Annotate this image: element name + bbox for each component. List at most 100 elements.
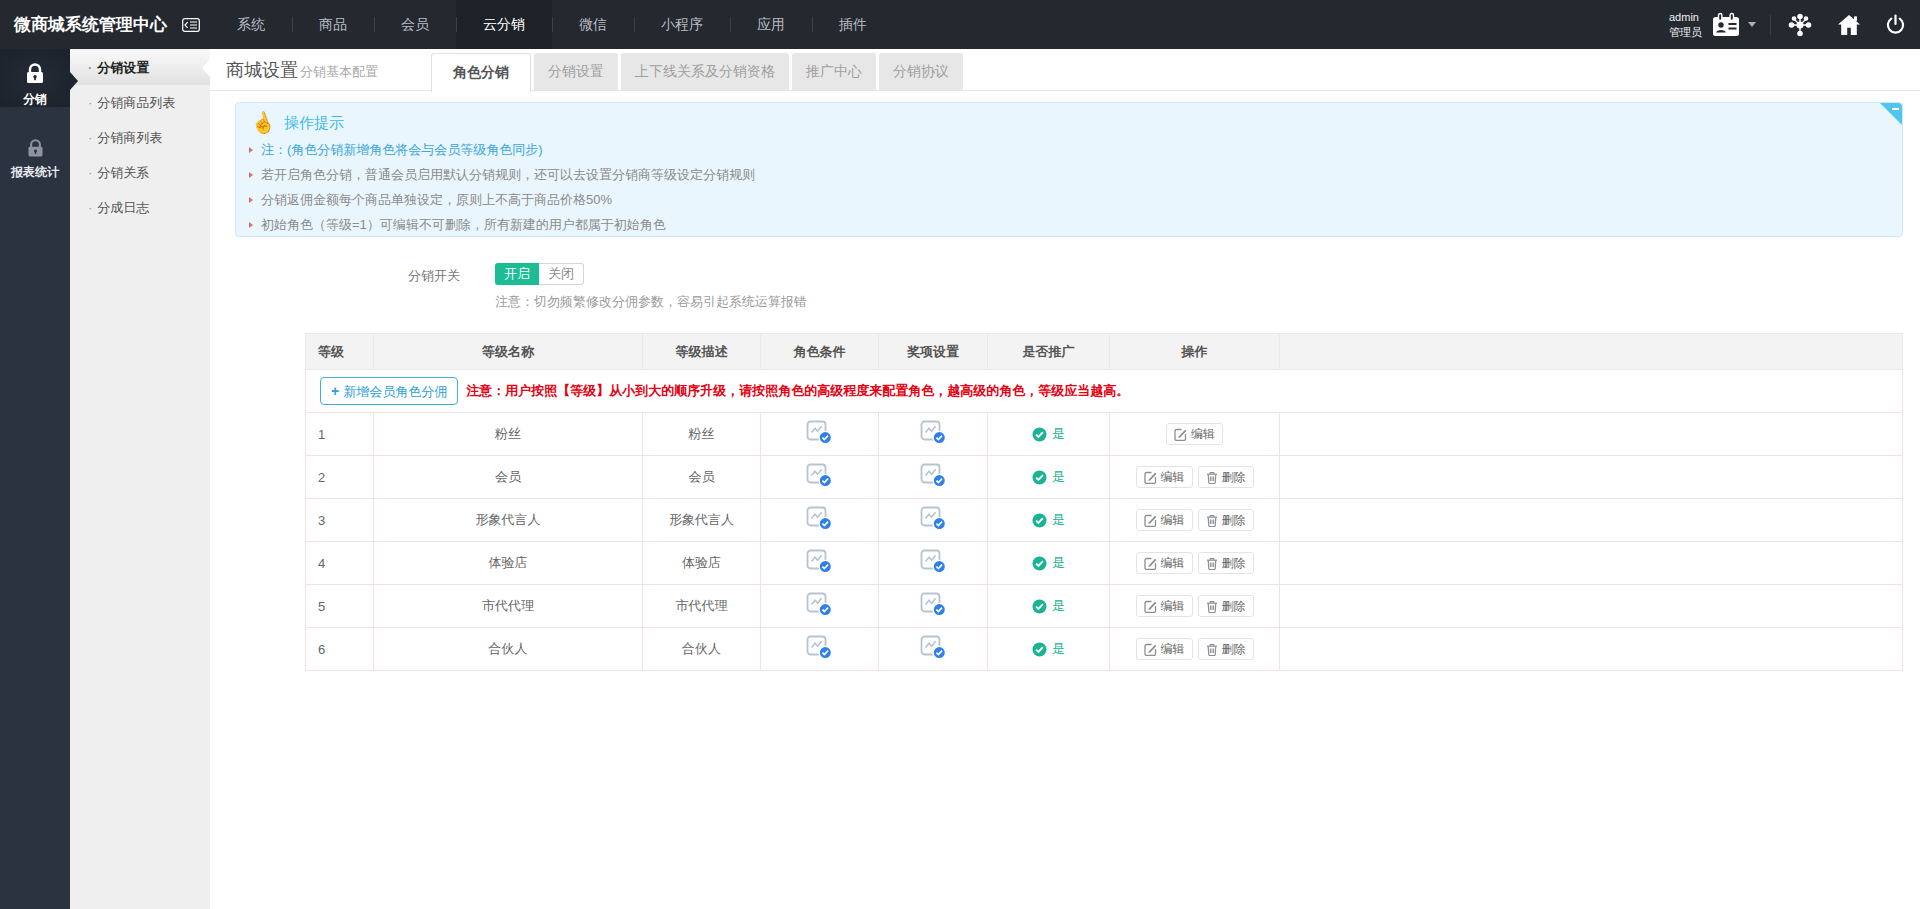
promote-status: 是 xyxy=(1032,511,1065,529)
submenu-item-3[interactable]: ·分销商列表 xyxy=(70,120,210,155)
edit-button[interactable]: 编辑 xyxy=(1136,552,1193,574)
role-condition-icon[interactable] xyxy=(806,433,833,448)
role-condition-icon[interactable] xyxy=(806,562,833,577)
edit-button[interactable]: 编辑 xyxy=(1166,423,1223,445)
reward-setting-icon[interactable] xyxy=(920,562,947,577)
tab-3[interactable]: 上下线关系及分销资格 xyxy=(621,53,789,90)
tab-2[interactable]: 分销设置 xyxy=(534,53,618,90)
edit-button[interactable]: 编辑 xyxy=(1136,466,1193,488)
bullet-arrow-icon xyxy=(249,222,253,228)
delete-button[interactable]: 删除 xyxy=(1198,552,1254,574)
role-condition-icon[interactable] xyxy=(806,648,833,663)
col-header-2: 等级名称 xyxy=(374,334,643,370)
nav-item-7[interactable]: 应用 xyxy=(730,0,812,49)
edit-button[interactable]: 编辑 xyxy=(1136,638,1193,660)
delete-button[interactable]: 删除 xyxy=(1198,595,1254,617)
main-nav: 系统商品会员云分销微信小程序应用插件 xyxy=(210,0,894,49)
add-role-button[interactable]: +新增会员角色分佣 xyxy=(320,377,458,405)
col-header-6: 是否推广 xyxy=(988,334,1110,370)
col-header-3: 等级描述 xyxy=(643,334,761,370)
edit-button[interactable]: 编辑 xyxy=(1136,595,1193,617)
edit-button[interactable]: 编辑 xyxy=(1136,509,1193,531)
switch-on-button[interactable]: 开启 xyxy=(495,263,539,285)
role-condition-icon[interactable] xyxy=(806,605,833,620)
cell-desc: 体验店 xyxy=(643,542,761,585)
minus-icon xyxy=(1892,108,1899,110)
role-condition-icon[interactable] xyxy=(806,476,833,491)
submenu-item-1[interactable]: ·分销设置 xyxy=(70,50,210,85)
nav-item-1[interactable]: 系统 xyxy=(210,0,292,49)
submenu-label: 分销关系 xyxy=(97,165,149,180)
submenu-item-4[interactable]: ·分销关系 xyxy=(70,155,210,190)
cell-name: 合伙人 xyxy=(374,628,643,671)
submenu-label: 分成日志 xyxy=(97,200,149,215)
col-header-1: 等级 xyxy=(306,334,374,370)
lock-icon xyxy=(0,136,70,162)
cell-name: 会员 xyxy=(374,456,643,499)
cell-actions: 编辑删除 xyxy=(1110,456,1280,499)
nav-item-4[interactable]: 云分销 xyxy=(456,0,552,49)
bullet-arrow-icon xyxy=(249,197,253,203)
nav-item-5[interactable]: 微信 xyxy=(552,0,634,49)
submenu-item-5[interactable]: ·分成日志 xyxy=(70,190,210,225)
user-card-icon[interactable] xyxy=(1711,12,1741,38)
role-row-3: 3形象代言人形象代言人是编辑删除 xyxy=(306,499,1903,542)
topbar: 微商城系统管理中心 系统商品会员云分销微信小程序应用插件 admin 管理员 xyxy=(0,0,1920,49)
tab-4[interactable]: 推广中心 xyxy=(792,53,876,90)
role-row-6: 6合伙人合伙人是编辑删除 xyxy=(306,628,1903,671)
submenu-item-2[interactable]: ·分销商品列表 xyxy=(70,85,210,120)
collapse-corner[interactable] xyxy=(1880,103,1902,125)
switch-off-button[interactable]: 关闭 xyxy=(539,263,584,285)
cell-name: 体验店 xyxy=(374,542,643,585)
nav-item-2[interactable]: 商品 xyxy=(292,0,374,49)
share-network-icon[interactable] xyxy=(1787,13,1813,37)
reward-setting-icon[interactable] xyxy=(920,519,947,534)
user-info: admin 管理员 xyxy=(1669,10,1702,40)
promote-status: 是 xyxy=(1032,468,1065,486)
plus-icon: + xyxy=(331,383,339,399)
nav-item-6[interactable]: 小程序 xyxy=(634,0,730,49)
level-warning-text: 注意：用户按照【等级】从小到大的顺序升级，请按照角色的高级程度来配置角色，越高级… xyxy=(466,383,1129,398)
cell-name: 粉丝 xyxy=(374,413,643,456)
delete-button[interactable]: 删除 xyxy=(1198,466,1254,488)
cell-actions: 编辑删除 xyxy=(1110,585,1280,628)
col-header-5: 奖项设置 xyxy=(879,334,988,370)
check-circle-icon xyxy=(1032,470,1047,485)
tab-bar: 角色分销分销设置上下线关系及分销资格推广中心分销协议 xyxy=(431,53,963,92)
distribution-switch: 开启 关闭 xyxy=(495,263,584,285)
col-header-4: 角色条件 xyxy=(761,334,879,370)
reward-setting-icon[interactable] xyxy=(920,605,947,620)
cell-level: 5 xyxy=(306,585,374,628)
page-title: 商城设置 xyxy=(226,58,298,82)
chevron-down-icon[interactable] xyxy=(1748,22,1756,27)
home-icon[interactable] xyxy=(1837,14,1861,36)
delete-button[interactable]: 删除 xyxy=(1198,509,1254,531)
sidebar-item-reports[interactable]: 报表统计 xyxy=(0,136,70,188)
content-header: 商城设置 分销基本配置 角色分销分销设置上下线关系及分销资格推广中心分销协议 xyxy=(210,49,1920,91)
cell-empty xyxy=(1280,542,1903,585)
reward-setting-icon[interactable] xyxy=(920,476,947,491)
topbar-divider xyxy=(1770,15,1771,35)
sidebar-item-label: 分销 xyxy=(0,91,70,108)
nav-item-8[interactable]: 插件 xyxy=(812,0,894,49)
role-condition-icon[interactable] xyxy=(806,519,833,534)
bullet-arrow-icon xyxy=(249,147,253,153)
reward-setting-icon[interactable] xyxy=(920,648,947,663)
tip-line-2: 若开启角色分销，普通会员启用默认分销规则，还可以去设置分销商等级设定分销规则 xyxy=(249,162,1902,187)
cell-level: 3 xyxy=(306,499,374,542)
tab-5[interactable]: 分销协议 xyxy=(879,53,963,90)
reward-setting-icon[interactable] xyxy=(920,433,947,448)
cell-name: 市代代理 xyxy=(374,585,643,628)
delete-button[interactable]: 删除 xyxy=(1198,638,1254,660)
menu-fold-icon[interactable] xyxy=(182,18,200,32)
bullet: · xyxy=(88,95,92,110)
primary-sidebar: 分销 报表统计 xyxy=(0,49,70,909)
content-body: ☝ 操作提示 注：(角色分销新增角色将会与会员等级角色同步)若开启角色分销，普通… xyxy=(210,91,1920,909)
switch-label: 分销开关 xyxy=(408,267,460,285)
nav-item-3[interactable]: 会员 xyxy=(374,0,456,49)
cell-actions: 编辑删除 xyxy=(1110,628,1280,671)
tab-1[interactable]: 角色分销 xyxy=(431,53,531,92)
sidebar-item-fenxiao[interactable]: 分销 xyxy=(0,49,70,107)
cell-level: 2 xyxy=(306,456,374,499)
logout-power-icon[interactable] xyxy=(1885,14,1906,36)
